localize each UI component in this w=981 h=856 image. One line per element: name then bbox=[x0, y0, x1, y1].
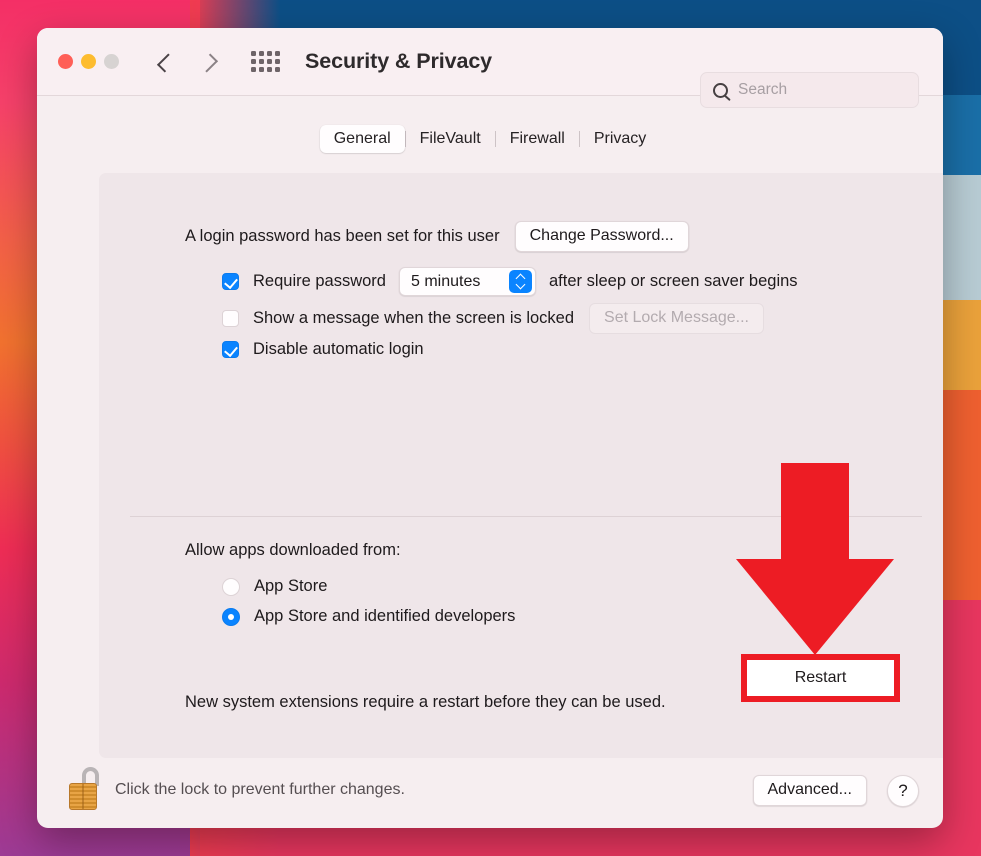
set-lock-message-button: Set Lock Message... bbox=[589, 303, 764, 334]
require-password-interval-stepper[interactable]: 5 minutes bbox=[398, 267, 536, 296]
allow-apps-heading: Allow apps downloaded from: bbox=[185, 541, 401, 559]
chevron-right-icon[interactable] bbox=[199, 51, 221, 73]
window-titlebar: Security & Privacy Search bbox=[37, 28, 943, 108]
lock-hint-label: Click the lock to prevent further change… bbox=[115, 781, 405, 798]
navigation-controls bbox=[155, 51, 221, 73]
tab-general[interactable]: General bbox=[319, 124, 405, 153]
security-privacy-window: Security & Privacy Search General FileVa… bbox=[37, 28, 943, 828]
interval-value: 5 minutes bbox=[410, 272, 481, 290]
disable-auto-login-label: Disable automatic login bbox=[253, 340, 424, 358]
radio-app-store-row[interactable]: App Store bbox=[222, 577, 327, 596]
show-lock-message-row: Show a message when the screen is locked… bbox=[222, 303, 764, 334]
tab-bar: General FileVault Firewall Privacy bbox=[295, 123, 685, 154]
radio-app-store-label: App Store bbox=[254, 577, 328, 595]
show-lock-message-label: Show a message when the screen is locked bbox=[253, 309, 575, 327]
disable-auto-login-checkbox[interactable] bbox=[222, 341, 239, 358]
radio-app-store-identified[interactable] bbox=[222, 607, 240, 626]
search-placeholder: Search bbox=[738, 81, 788, 98]
tab-privacy[interactable]: Privacy bbox=[580, 125, 660, 153]
restart-notice-row: New system extensions require a restart … bbox=[185, 693, 666, 712]
restart-button-highlight[interactable]: Restart bbox=[741, 654, 900, 702]
radio-app-store[interactable] bbox=[222, 577, 240, 596]
restart-button[interactable]: Restart bbox=[795, 669, 847, 687]
require-password-suffix-label: after sleep or screen saver begins bbox=[548, 272, 798, 290]
traffic-lights bbox=[58, 54, 119, 69]
open-padlock-icon[interactable] bbox=[68, 767, 102, 811]
login-password-row: A login password has been set for this u… bbox=[185, 221, 689, 252]
change-password-button[interactable]: Change Password... bbox=[514, 221, 689, 252]
require-password-checkbox[interactable] bbox=[222, 273, 239, 290]
window-footer: Click the lock to prevent further change… bbox=[37, 758, 943, 828]
search-input[interactable]: Search bbox=[700, 72, 919, 108]
page-title: Security & Privacy bbox=[305, 49, 493, 73]
chevron-left-icon[interactable] bbox=[155, 51, 177, 73]
app-grid-icon[interactable] bbox=[251, 51, 280, 72]
advanced-button[interactable]: Advanced... bbox=[752, 775, 867, 806]
radio-app-store-identified-row[interactable]: App Store and identified developers bbox=[222, 607, 515, 626]
close-window-button[interactable] bbox=[58, 54, 73, 69]
restart-notice-label: New system extensions require a restart … bbox=[185, 693, 666, 711]
chevron-up-down-icon[interactable] bbox=[508, 270, 532, 293]
section-divider bbox=[130, 516, 922, 517]
show-lock-message-checkbox[interactable] bbox=[222, 310, 239, 327]
require-password-label: Require password bbox=[253, 272, 386, 290]
tab-firewall[interactable]: Firewall bbox=[496, 125, 579, 153]
minimize-window-button[interactable] bbox=[81, 54, 96, 69]
help-button-label: ? bbox=[898, 781, 908, 800]
require-password-row: Require password 5 minutes after sleep o… bbox=[222, 267, 798, 296]
help-button[interactable]: ? bbox=[887, 775, 919, 807]
disable-auto-login-row: Disable automatic login bbox=[222, 340, 424, 359]
search-icon bbox=[713, 82, 728, 98]
radio-app-store-identified-label: App Store and identified developers bbox=[254, 607, 516, 625]
password-status-label: A login password has been set for this u… bbox=[185, 227, 500, 245]
zoom-window-button bbox=[104, 54, 119, 69]
tab-filevault[interactable]: FileVault bbox=[406, 125, 495, 153]
